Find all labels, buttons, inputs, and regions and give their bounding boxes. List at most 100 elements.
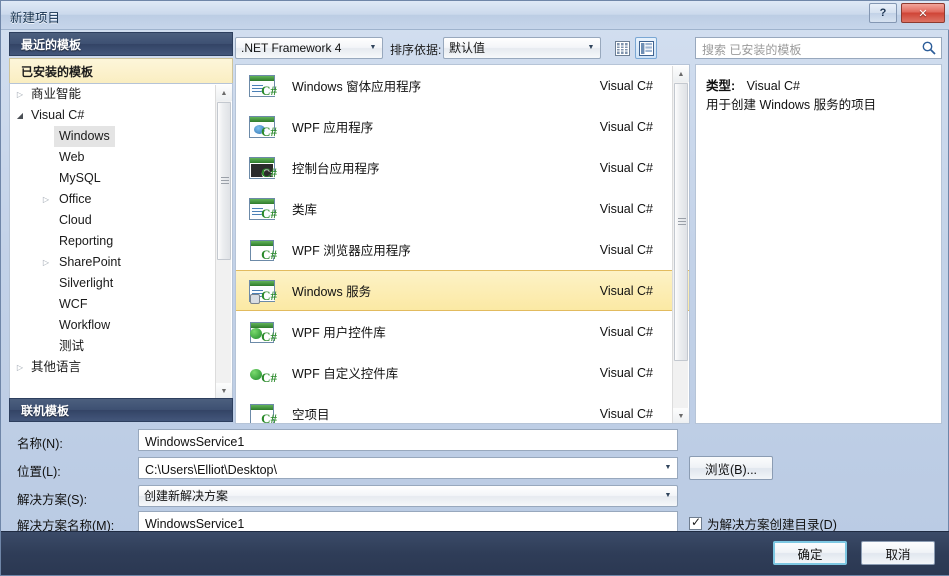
template-language: Visual C# (599, 283, 653, 298)
chevron-right-icon[interactable]: ▷ (38, 252, 54, 273)
tree-item-3[interactable]: Web (10, 147, 232, 168)
close-button[interactable]: ✕ (901, 3, 945, 23)
tree-item-label: WCF (59, 297, 88, 311)
chevron-right-icon[interactable]: ▷ (12, 84, 28, 105)
tree-item-4[interactable]: MySQL (10, 168, 232, 189)
template-name: Windows 窗体应用程序 (292, 80, 422, 94)
sort-select[interactable]: 默认值 ▼ (443, 37, 601, 59)
description-type-value: Visual C# (746, 79, 800, 93)
template-row[interactable]: C# 类库 Visual C# (236, 188, 689, 229)
tree-item-10[interactable]: WCF (10, 294, 232, 315)
template-name: Windows 服务 (292, 285, 372, 299)
template-language: Visual C# (599, 78, 653, 93)
template-row[interactable]: C# WPF 用户控件库 Visual C# (236, 311, 689, 352)
wpf-browser-app-icon: C# (247, 235, 277, 265)
scrollbar-grip-icon (221, 177, 229, 185)
description-type-row: 类型: Visual C# (706, 75, 800, 94)
solution-name-input[interactable]: WindowsService1 (138, 511, 678, 533)
template-row[interactable]: C# WPF 应用程序 Visual C# (236, 106, 689, 147)
wpf-app-icon: C# (247, 112, 277, 142)
template-row[interactable]: C# Windows 窗体应用程序 Visual C# (236, 65, 689, 106)
template-name: WPF 应用程序 (292, 121, 374, 135)
chevron-down-icon[interactable]: ◢ (12, 105, 28, 126)
location-input[interactable]: C:\Users\Elliot\Desktop\ ▼ (138, 457, 678, 479)
template-name: WPF 浏览器应用程序 (292, 244, 411, 258)
location-label: 位置(L): (17, 465, 61, 479)
class-library-icon: C# (247, 194, 277, 224)
tree-item-11[interactable]: Workflow (10, 315, 232, 336)
tree-item-label: SharePoint (59, 255, 121, 269)
wpf-user-control-library-icon: C# (247, 317, 277, 347)
large-icons-view-icon (638, 40, 654, 56)
template-row[interactable]: C# 空项目 Visual C# (236, 393, 689, 423)
help-button[interactable]: ? (869, 3, 897, 23)
title-bar: 新建项目 ? ✕ (1, 1, 949, 30)
name-value: WindowsService1 (145, 435, 245, 449)
tree-item-label: Visual C# (31, 108, 85, 122)
window-title: 新建项目 (10, 11, 61, 25)
tree-item-1[interactable]: ◢ Visual C# (10, 105, 232, 126)
template-row[interactable]: C# WPF 浏览器应用程序 Visual C# (236, 229, 689, 270)
tree-item-0[interactable]: ▷ 商业智能 (10, 84, 232, 105)
template-row[interactable]: C# Windows 服务 Visual C# (236, 270, 689, 311)
template-language: Visual C# (599, 324, 653, 339)
recent-templates-header[interactable]: 最近的模板 (9, 32, 233, 56)
search-input[interactable]: 搜索 已安装的模板 (695, 37, 942, 59)
tree-item-2[interactable]: Windows (10, 126, 232, 147)
tree-item-label: 商业智能 (31, 87, 82, 101)
template-row[interactable]: C# WPF 自定义控件库 Visual C# (236, 352, 689, 393)
cancel-button[interactable]: 取消 (861, 541, 935, 565)
tree-scrollbar[interactable]: ▲ ▼ (215, 85, 232, 398)
description-type-label: 类型: (706, 79, 736, 93)
tree-item-6[interactable]: Cloud (10, 210, 232, 231)
chevron-down-icon[interactable]: ▼ (659, 458, 677, 478)
chevron-right-icon[interactable]: ▷ (38, 189, 54, 210)
small-icons-view-button[interactable] (611, 37, 633, 59)
framework-select[interactable]: .NET Framework 4 ▼ (235, 37, 383, 59)
framework-value: .NET Framework 4 (241, 41, 342, 55)
tree-scroll-up-icon[interactable]: ▲ (216, 85, 232, 101)
search-icon (922, 41, 936, 55)
list-scrollbar-thumb[interactable] (674, 83, 688, 361)
tree-item-9[interactable]: Silverlight (10, 273, 232, 294)
sort-label: 排序依据: (390, 43, 442, 57)
name-input[interactable]: WindowsService1 (138, 429, 678, 451)
template-language: Visual C# (599, 119, 653, 134)
tree-item-8[interactable]: ▷ SharePoint (10, 252, 232, 273)
template-language: Visual C# (599, 406, 653, 421)
tree-item-label: Workflow (59, 318, 111, 332)
tree-item-12[interactable]: 测试 (10, 336, 232, 357)
location-value: C:\Users\Elliot\Desktop\ (145, 463, 277, 477)
tree-item-label: Silverlight (59, 276, 114, 290)
template-name: 空项目 (292, 408, 330, 422)
solution-select[interactable]: 创建新解决方案 ▼ (138, 485, 678, 507)
tree-item-label: Windows (54, 126, 115, 147)
description-body: 用于创建 Windows 服务的项目 (706, 98, 877, 112)
chevron-down-icon: ▼ (369, 44, 377, 51)
tree-item-label: 其他语言 (31, 360, 82, 374)
list-scrollbar[interactable]: ▲ ▼ (672, 66, 689, 423)
template-row[interactable]: C# 控制台应用程序 Visual C# (236, 147, 689, 188)
template-language: Visual C# (599, 365, 653, 380)
create-directory-checkbox[interactable] (689, 515, 702, 530)
template-language: Visual C# (599, 160, 653, 175)
online-templates-header[interactable]: 联机模板 (9, 398, 233, 422)
template-category-tree[interactable]: ▷ 商业智能 ◢ Visual C# Windows Web MySQL ▷ Office Clo… (9, 83, 233, 399)
tree-item-5[interactable]: ▷ Office (10, 189, 232, 210)
list-scroll-down-icon[interactable]: ▼ (673, 408, 689, 423)
tree-scrollbar-thumb[interactable] (217, 102, 231, 260)
sort-value: 默认值 (449, 41, 486, 55)
console-app-icon: C# (247, 153, 277, 183)
template-list[interactable]: C# Windows 窗体应用程序 Visual C# C# WPF 应用程序 Visua… (235, 64, 690, 424)
tree-item-13[interactable]: ▷ 其他语言 (10, 357, 232, 378)
wpf-custom-control-library-icon: C# (247, 358, 277, 388)
large-icons-view-button[interactable] (635, 37, 657, 59)
ok-button[interactable]: 确定 (773, 541, 847, 565)
chevron-right-icon[interactable]: ▷ (12, 357, 28, 378)
list-scroll-up-icon[interactable]: ▲ (673, 66, 689, 82)
tree-item-7[interactable]: Reporting (10, 231, 232, 252)
new-project-dialog: 新建项目 ? ✕ 最近的模板 已安装的模板 ▷ 商业智能 ◢ Visual C# Win… (0, 0, 949, 576)
browse-button[interactable]: 浏览(B)... (689, 456, 773, 480)
installed-templates-header[interactable]: 已安装的模板 (9, 58, 233, 84)
tree-scroll-down-icon[interactable]: ▼ (216, 383, 232, 398)
